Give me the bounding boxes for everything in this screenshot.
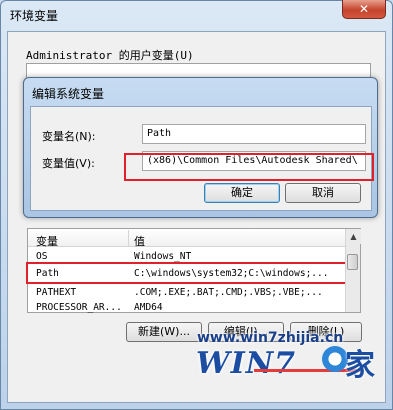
- row-name[interactable]: PATHEXT: [36, 287, 126, 298]
- scrollbar-thumb[interactable]: [347, 254, 358, 270]
- close-button[interactable]: ✕: [342, 0, 386, 19]
- value-highlight-box: [124, 153, 374, 181]
- row-name[interactable]: PROCESSOR_AR...: [36, 302, 128, 313]
- vertical-scrollbar[interactable]: ▲: [345, 229, 361, 312]
- new-button[interactable]: 新建(W)...: [126, 322, 202, 342]
- watermark-logo: WIN7: [196, 346, 297, 381]
- dialog-title: 编辑系统变量: [32, 87, 105, 101]
- path-row-highlight-box: [26, 262, 358, 284]
- window-title: 环境变量: [10, 9, 59, 23]
- column-header-value[interactable]: 值: [134, 233, 145, 249]
- variable-name-label: 变量名(N):: [42, 130, 96, 143]
- variable-name-input[interactable]: Path: [142, 124, 366, 144]
- watermark-suffix: 家: [345, 348, 375, 383]
- row-value[interactable]: AMD64: [134, 302, 340, 313]
- row-value[interactable]: .COM;.EXE;.BAT;.CMD;.VBS;.VBE;...: [134, 287, 340, 298]
- column-divider: [128, 230, 129, 247]
- row-name[interactable]: OS: [36, 251, 126, 262]
- user-variables-label: Administrator 的用户变量(U): [26, 49, 194, 62]
- watermark-url: www.win7zhijia.cn: [197, 330, 344, 346]
- cancel-button[interactable]: 取消: [285, 183, 361, 203]
- scroll-up-icon[interactable]: ▲: [346, 229, 361, 244]
- column-header-variable[interactable]: 变量: [36, 233, 58, 249]
- ok-button[interactable]: 确定: [204, 183, 280, 203]
- variable-value-label: 变量值(V):: [42, 157, 95, 170]
- row-value[interactable]: Windows_NT: [134, 251, 340, 262]
- list-header: [28, 229, 345, 247]
